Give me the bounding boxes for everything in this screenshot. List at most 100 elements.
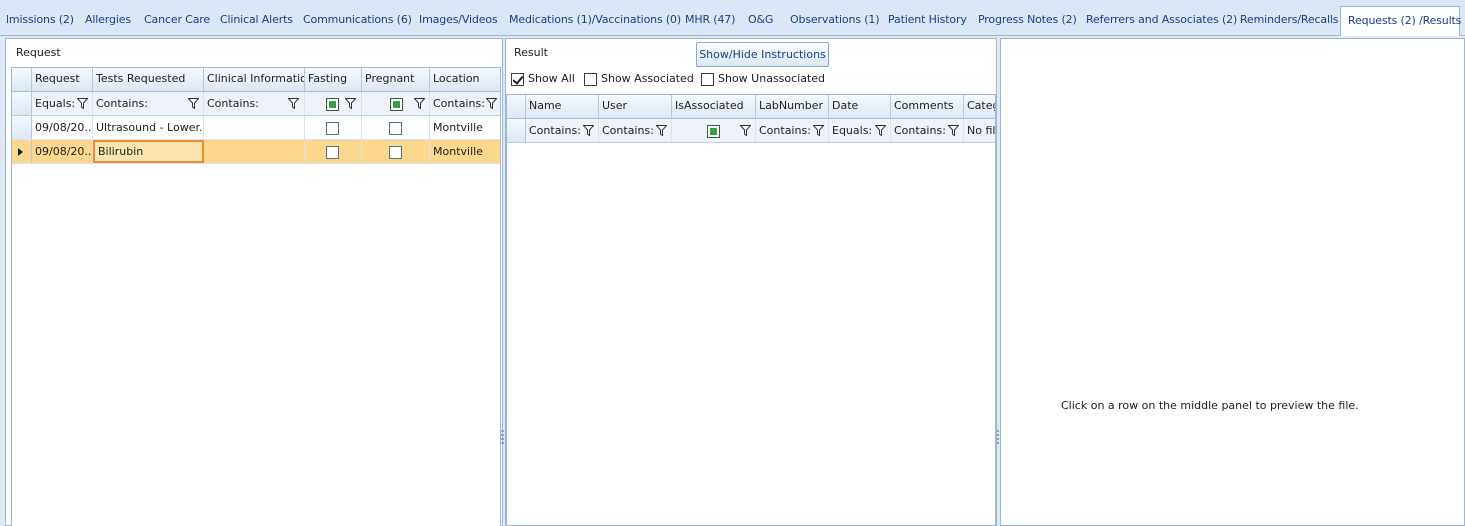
filter-cell-pregnant[interactable] [362,92,430,115]
filter-cell-request[interactable]: Equals: [32,92,93,115]
show-associated-option[interactable]: Show Associated [584,72,694,86]
tab-reminders-recalls[interactable]: Reminders/Recalls [1240,9,1339,31]
column-header-request[interactable]: Request [32,68,93,91]
filter-icon[interactable] [813,125,824,136]
tab-admissions[interactable]: lmissions (2) [6,9,74,31]
cell-location[interactable]: Montville [430,116,500,139]
filter-cell-labnumber[interactable]: Contains: [756,119,829,142]
filter-operator[interactable]: Equals: [35,97,75,110]
show-unassociated-checkbox[interactable] [701,72,714,86]
tab-images-videos[interactable]: Images/Videos [419,9,498,31]
tab-referrers-associates[interactable]: Referrers and Associates (2) [1086,9,1237,31]
column-header-category[interactable]: Categ [964,95,995,118]
filter-icon[interactable] [288,98,299,109]
splitter-grip[interactable] [996,430,999,446]
column-header-name[interactable]: Name [526,95,599,118]
table-row[interactable]: 09/08/20... Ultrasound - Lower... Montvi… [12,116,500,140]
tab-allergies[interactable]: Allergies [85,9,131,31]
filter-operator[interactable]: Contains: [433,97,485,110]
filter-cell-isassociated[interactable] [672,119,756,142]
filter-operator[interactable]: Contains: [759,124,811,137]
filter-cell-category[interactable]: No filt [964,119,995,142]
column-header-location[interactable]: Location [430,68,500,91]
filter-checkbox-indeterminate[interactable] [707,125,720,138]
cell-tests-requested-focused[interactable]: Bilirubin [93,140,204,163]
cell-pregnant[interactable] [362,140,430,163]
filter-icon[interactable] [583,125,594,136]
tab-og[interactable]: O&G [748,9,773,31]
fasting-checkbox[interactable] [326,122,339,135]
filter-icon[interactable] [188,98,199,109]
filter-operator[interactable]: No filt [967,124,995,137]
splitter-grip[interactable] [501,430,504,446]
show-associated-checkbox[interactable] [584,72,597,86]
filter-operator[interactable]: Contains: [207,97,259,110]
table-row-selected[interactable]: 09/08/20... Bilirubin Montville [12,140,500,164]
filter-icon[interactable] [486,98,497,109]
filter-icon[interactable] [77,98,88,109]
cell-tests-requested[interactable]: Ultrasound - Lower... [93,116,204,139]
filter-cell-comments[interactable]: Contains: [891,119,964,142]
column-header-clinical-information[interactable]: Clinical Information [204,68,305,91]
filter-cell-clinical-information[interactable]: Contains: [204,92,305,115]
request-panel-title: Request [16,46,61,59]
fasting-checkbox[interactable] [326,146,339,159]
filter-cell-location[interactable]: Contains: [430,92,500,115]
tab-mhr[interactable]: MHR (47) [685,9,735,31]
cell-clinical-information[interactable] [204,140,305,163]
cell-location[interactable]: Montville [430,140,500,163]
cell-clinical-information[interactable] [204,116,305,139]
column-header-user[interactable]: User [599,95,672,118]
show-hide-instructions-button[interactable]: Show/Hide Instructions [696,42,829,67]
show-associated-label[interactable]: Show Associated [601,72,694,85]
filter-operator[interactable]: Contains: [894,124,946,137]
filter-cell-name[interactable]: Contains: [526,119,599,142]
tab-strip: lmissions (2) Allergies Cancer Care Clin… [0,0,1465,36]
tab-communications[interactable]: Communications (6) [303,9,412,31]
filter-icon[interactable] [875,125,886,136]
show-all-checkbox[interactable] [511,72,524,86]
filter-icon[interactable] [656,125,667,136]
cell-request-date[interactable]: 09/08/20... [32,140,93,163]
column-header-fasting[interactable]: Fasting [305,68,362,91]
tab-requests-results[interactable]: Requests (2) /Results [1340,6,1461,36]
column-header-isassociated[interactable]: IsAssociated [672,95,756,118]
column-header-pregnant[interactable]: Pregnant [362,68,430,91]
tab-clinical-alerts[interactable]: Clinical Alerts [220,9,293,31]
pregnant-checkbox[interactable] [389,122,402,135]
filter-operator[interactable]: Contains: [529,124,581,137]
tab-cancer-care[interactable]: Cancer Care [144,9,210,31]
pregnant-checkbox[interactable] [389,146,402,159]
cell-fasting[interactable] [305,116,362,139]
filter-cell-date[interactable]: Equals: [829,119,891,142]
column-header-tests-requested[interactable]: Tests Requested [93,68,204,91]
filter-icon[interactable] [740,125,751,136]
column-header-labnumber[interactable]: LabNumber [756,95,829,118]
tab-medications-vaccinations[interactable]: Medications (1)/Vaccinations (0) [509,9,681,31]
tab-patient-history[interactable]: Patient History [888,9,967,31]
row-indicator[interactable] [12,140,32,163]
show-all-label[interactable]: Show All [528,72,575,85]
filter-checkbox-indeterminate[interactable] [390,98,403,111]
filter-icon[interactable] [414,98,425,109]
filter-icon[interactable] [345,98,356,109]
filter-checkbox-indeterminate[interactable] [326,98,339,111]
tab-observations[interactable]: Observations (1) [790,9,880,31]
filter-cell-fasting[interactable] [305,92,362,115]
filter-operator[interactable]: Contains: [96,97,148,110]
column-header-comments[interactable]: Comments [891,95,964,118]
filter-operator[interactable]: Contains: [602,124,654,137]
cell-fasting[interactable] [305,140,362,163]
filter-operator[interactable]: Equals: [832,124,872,137]
filter-cell-tests-requested[interactable]: Contains: [93,92,204,115]
tab-progress-notes[interactable]: Progress Notes (2) [978,9,1077,31]
show-unassociated-option[interactable]: Show Unassociated [701,72,825,86]
row-indicator[interactable] [12,116,32,139]
filter-icon[interactable] [948,125,959,136]
filter-cell-user[interactable]: Contains: [599,119,672,142]
show-unassociated-label[interactable]: Show Unassociated [718,72,825,85]
cell-request-date[interactable]: 09/08/20... [32,116,93,139]
column-header-date[interactable]: Date [829,95,891,118]
show-all-option[interactable]: Show All [511,72,575,86]
cell-pregnant[interactable] [362,116,430,139]
